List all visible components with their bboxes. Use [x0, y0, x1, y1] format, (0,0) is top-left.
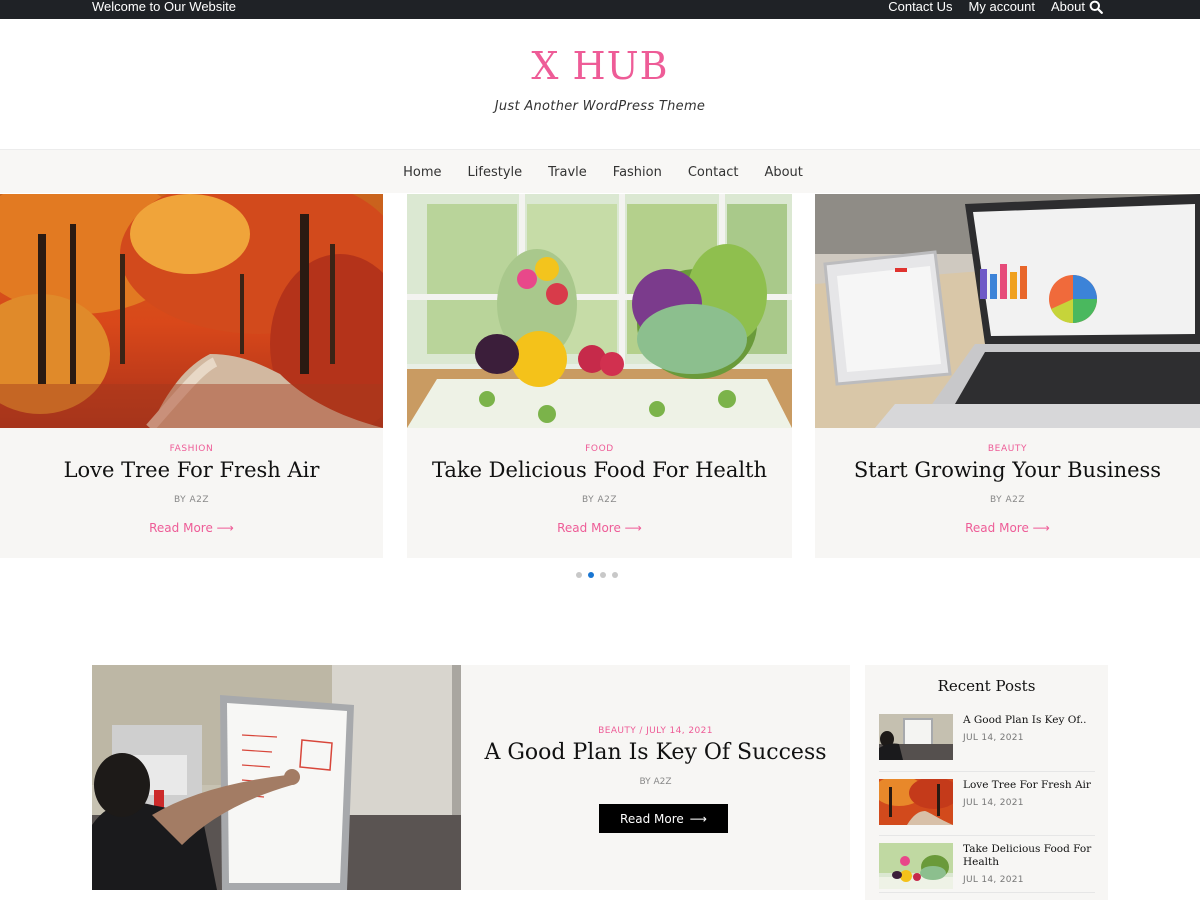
read-more-label: Read More	[965, 521, 1029, 535]
widget-title: Recent Posts	[937, 677, 1036, 695]
read-more-link[interactable]: Read More ⟶	[815, 521, 1200, 535]
card-author: BY A2Z	[173, 495, 210, 505]
post-thumbnail[interactable]	[879, 714, 953, 760]
featured-author: BY A2Z	[639, 777, 672, 787]
post-title[interactable]: Take Delicious Food For Health	[963, 843, 1093, 869]
about-link[interactable]: About	[1051, 0, 1085, 14]
featured-meta[interactable]: BEAUTY / JULY 14, 2021	[461, 726, 850, 736]
recent-post-item[interactable]: Take Delicious Food For Health JUL 14, 2…	[879, 843, 1095, 893]
featured-image-whiteboard[interactable]	[92, 665, 461, 890]
read-more-label: Read More	[149, 521, 213, 535]
top-links: Contact Us My account About	[888, 0, 1085, 14]
site-title[interactable]: X HUB	[0, 44, 1200, 88]
recent-post-item[interactable]: Love Tree For Fresh Air JUL 14, 2021	[879, 779, 1095, 836]
post-title[interactable]: A Good Plan Is Key Of..	[963, 714, 1093, 727]
card-author: BY A2Z	[989, 495, 1026, 505]
read-more-link[interactable]: Read More ⟶	[407, 521, 792, 535]
arrow-right-icon: ⟶	[624, 521, 642, 535]
slider-dot-2[interactable]	[588, 572, 594, 578]
arrow-right-icon: ⟶	[689, 811, 707, 826]
card-image-laptop[interactable]	[815, 194, 1200, 428]
card-category[interactable]: BEAUTY	[815, 444, 1200, 454]
slider-card: BEAUTY Start Growing Your Business BY A2…	[815, 194, 1200, 558]
featured-title[interactable]: A Good Plan Is Key Of Success	[461, 740, 850, 765]
slider-dot-1[interactable]	[576, 572, 582, 578]
slider-pagination	[576, 572, 618, 578]
post-date: JUL 14, 2021	[963, 733, 1024, 743]
arrow-right-icon: ⟶	[1032, 521, 1050, 535]
card-category[interactable]: FASHION	[0, 444, 383, 454]
card-image-vegetables[interactable]	[407, 194, 792, 428]
site-tagline: Just Another WordPress Theme	[494, 99, 706, 114]
slider-dot-4[interactable]	[612, 572, 618, 578]
featured-post: BEAUTY / JULY 14, 2021 A Good Plan Is Ke…	[92, 665, 850, 890]
post-date: JUL 14, 2021	[963, 798, 1024, 808]
featured-read-more-button[interactable]: Read More ⟶	[599, 804, 728, 833]
nav-item-home[interactable]: Home	[390, 165, 454, 180]
post-thumbnail[interactable]	[879, 843, 953, 889]
card-title[interactable]: Take Delicious Food For Health	[407, 458, 792, 482]
slider-dot-3[interactable]	[600, 572, 606, 578]
recent-post-item[interactable]: A Good Plan Is Key Of.. JUL 14, 2021	[879, 714, 1095, 772]
nav-item-travle[interactable]: Travle	[535, 165, 600, 180]
top-bar: Welcome to Our Website Contact Us My acc…	[0, 0, 1200, 19]
arrow-right-icon: ⟶	[216, 521, 234, 535]
read-more-label: Read More	[557, 521, 621, 535]
slider-card: FOOD Take Delicious Food For Health BY A…	[407, 194, 792, 558]
card-title[interactable]: Start Growing Your Business	[815, 458, 1200, 482]
post-date: JUL 14, 2021	[963, 875, 1024, 885]
search-icon[interactable]	[1089, 0, 1103, 14]
post-thumbnail[interactable]	[879, 779, 953, 825]
post-title[interactable]: Love Tree For Fresh Air	[963, 779, 1093, 792]
my-account-link[interactable]: My account	[969, 0, 1035, 14]
welcome-text: Welcome to Our Website	[92, 0, 237, 14]
nav-item-lifestyle[interactable]: Lifestyle	[455, 165, 536, 180]
main-nav: Home Lifestyle Travle Fashion Contact Ab…	[0, 149, 1200, 193]
slider-card: FASHION Love Tree For Fresh Air BY A2Z R…	[0, 194, 383, 558]
button-label: Read More	[620, 811, 684, 826]
nav-item-about[interactable]: About	[751, 165, 815, 180]
read-more-link[interactable]: Read More ⟶	[0, 521, 383, 535]
card-category[interactable]: FOOD	[407, 444, 792, 454]
recent-posts-widget: Recent Posts A Good Plan Is Key Of.. JUL…	[865, 665, 1108, 900]
nav-item-fashion[interactable]: Fashion	[600, 165, 675, 180]
card-image-autumn-forest[interactable]	[0, 194, 383, 428]
card-author: BY A2Z	[581, 495, 618, 505]
card-title[interactable]: Love Tree For Fresh Air	[0, 458, 383, 482]
nav-item-contact[interactable]: Contact	[675, 165, 752, 180]
contact-us-link[interactable]: Contact Us	[888, 0, 952, 14]
